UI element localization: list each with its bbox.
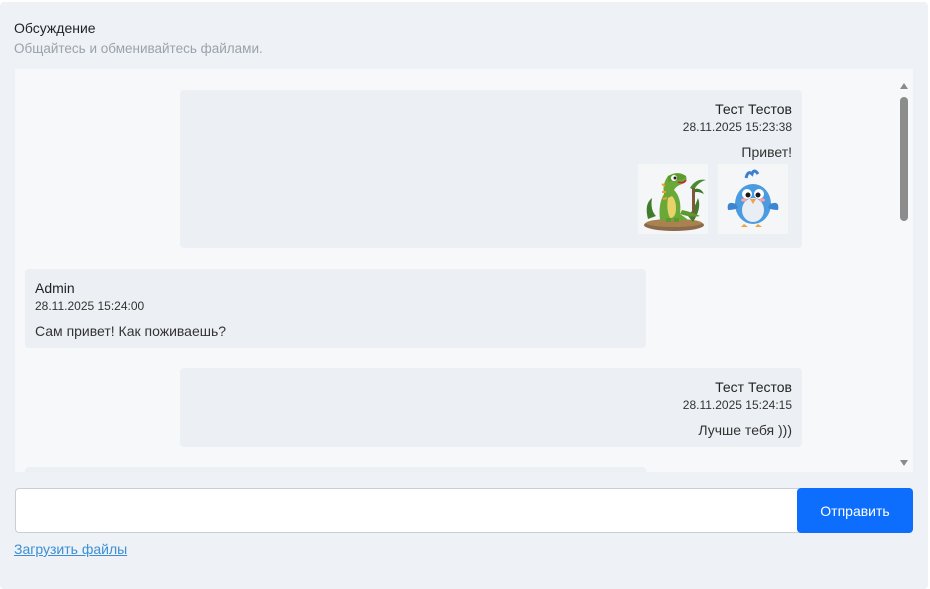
message-input[interactable] xyxy=(15,488,799,533)
message-attachments xyxy=(638,164,788,234)
message-time: 28.11.2025 15:23:38 xyxy=(682,120,792,134)
chat-log[interactable]: Тест Тестов 28.11.2025 15:23:38 Привет! xyxy=(15,69,913,472)
message-item: Тест Тестов 28.11.2025 15:24:15 Лучше те… xyxy=(180,368,802,447)
message-author: Admin xyxy=(35,280,75,296)
message-time: 28.11.2025 15:24:15 xyxy=(682,398,792,412)
upload-files-link[interactable]: Загрузить файлы xyxy=(14,541,127,557)
message-author: Тест Тестов xyxy=(715,379,792,395)
message-text: Привет! xyxy=(741,144,792,160)
message-item xyxy=(25,467,646,472)
message-item: Admin 28.11.2025 15:24:00 Сам привет! Ка… xyxy=(25,269,646,348)
message-author: Тест Тестов xyxy=(715,101,792,117)
attachment-thumbnail[interactable] xyxy=(718,164,788,234)
message-text: Сам привет! Как поживаешь? xyxy=(35,323,227,339)
chat-scrollbar[interactable] xyxy=(895,69,913,472)
scroll-up-arrow-icon[interactable] xyxy=(900,83,908,89)
dinosaur-image xyxy=(644,173,706,231)
attachment-thumbnail[interactable] xyxy=(638,164,708,234)
bird-image xyxy=(727,169,779,227)
message-item: Тест Тестов 28.11.2025 15:23:38 Привет! xyxy=(180,90,802,248)
scrollbar-thumb[interactable] xyxy=(900,97,908,221)
composer: Отправить xyxy=(15,488,913,533)
scroll-down-arrow-icon[interactable] xyxy=(900,460,908,466)
page-title: Обсуждение xyxy=(14,20,96,36)
message-text: Лучше тебя ))) xyxy=(698,422,792,438)
page-subtitle: Общайтесь и обменивайтесь файлами. xyxy=(14,41,263,56)
send-button[interactable]: Отправить xyxy=(797,488,913,533)
message-time: 28.11.2025 15:24:00 xyxy=(35,299,145,313)
